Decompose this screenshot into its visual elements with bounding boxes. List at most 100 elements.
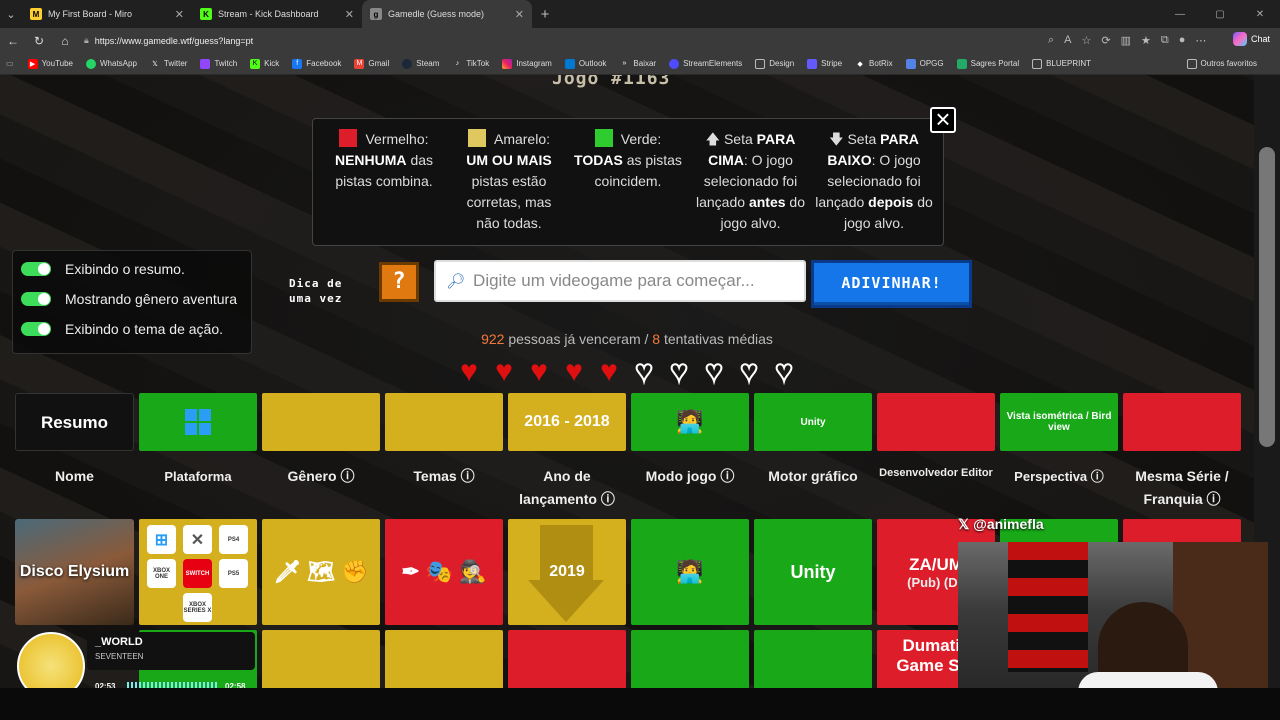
- header-franchise: Mesma Série / Franquia ⓘ: [1123, 465, 1241, 511]
- info-icon[interactable]: ⓘ: [1207, 491, 1221, 507]
- collections-icon[interactable]: ⧉: [1161, 34, 1169, 47]
- bookmark-sagres[interactable]: Sagres Portal: [956, 58, 1019, 69]
- heart-full-icon: ♥: [530, 355, 548, 388]
- instagram-icon: [502, 58, 513, 69]
- other-favorites[interactable]: Outros favoritos: [1186, 58, 1257, 69]
- close-window-icon[interactable]: ✕: [1240, 9, 1280, 20]
- summary-platform: [139, 393, 257, 451]
- legend-red-strong: NENHUMA: [334, 152, 407, 168]
- close-tab-icon[interactable]: ✕: [345, 8, 354, 21]
- bookmark-whatsapp[interactable]: WhatsApp: [86, 58, 137, 69]
- track-artist: SEVENTEEN: [95, 652, 144, 661]
- tab-menu-icon[interactable]: ⌄: [0, 0, 22, 28]
- bookmark-baixar[interactable]: » Baixar: [619, 59, 656, 69]
- windows-icon: ⊞: [147, 525, 176, 554]
- close-tab-icon[interactable]: ✕: [175, 8, 184, 21]
- split-screen-icon[interactable]: ▥: [1121, 34, 1131, 47]
- bookmark-blueprint[interactable]: BLUEPRINT: [1032, 58, 1091, 69]
- sagres-icon: [956, 58, 967, 69]
- info-icon[interactable]: ⓘ: [461, 468, 475, 484]
- header-year-label: Ano de lançamento: [519, 468, 597, 507]
- favorites-icon[interactable]: ★: [1141, 34, 1151, 47]
- home-icon[interactable]: ⌂: [52, 34, 78, 48]
- tab-gamedle[interactable]: g Gamedle (Guess mode) ✕: [362, 0, 532, 28]
- close-tab-icon[interactable]: ✕: [515, 8, 524, 21]
- bookmark-twitch[interactable]: Twitch: [200, 58, 237, 69]
- bookmark-label: Outlook: [578, 59, 607, 68]
- kick-icon: K: [250, 58, 261, 69]
- copilot-chat-button[interactable]: Chat: [1232, 32, 1270, 46]
- bookmark-steam[interactable]: Steam: [402, 58, 439, 69]
- minimize-icon[interactable]: —: [1160, 9, 1200, 20]
- bookmark-outlook[interactable]: Outlook: [564, 58, 607, 69]
- bookmark-instagram[interactable]: Instagram: [502, 58, 552, 69]
- bookmark-label: StreamElements: [683, 59, 743, 68]
- toggle-switch[interactable]: [21, 292, 51, 306]
- bookmark-twitter[interactable]: 𝕏 Twitter: [150, 59, 187, 69]
- bookmark-stripe[interactable]: Stripe: [807, 58, 842, 69]
- header-platform: Plataforma: [164, 469, 232, 484]
- tab-miro[interactable]: M My First Board - Miro ✕: [22, 0, 192, 28]
- bookmark-kick[interactable]: K Kick: [250, 58, 279, 69]
- refresh-extension-icon[interactable]: ⟳: [1101, 34, 1110, 47]
- close-icon[interactable]: ×: [930, 106, 956, 133]
- bookmark-opgg[interactable]: OPGG: [905, 58, 944, 69]
- back-icon[interactable]: ←: [0, 34, 26, 48]
- heart-full-icon: ♥: [495, 355, 513, 388]
- tab-title: Stream - Kick Dashboard: [218, 9, 319, 19]
- game-search-input[interactable]: [473, 271, 794, 291]
- new-tab-button[interactable]: +: [532, 6, 558, 23]
- bookmark-gmail[interactable]: M Gmail: [354, 58, 389, 69]
- bookmark-label: TikTok: [466, 59, 490, 68]
- handle-text: @animefla: [973, 516, 1044, 532]
- summary-themes: [385, 393, 503, 451]
- bookmark-tiktok[interactable]: ♪ TikTok: [452, 59, 490, 69]
- x-logo-icon: 𝕏: [958, 516, 970, 532]
- row1-mode: 🧑‍💻: [631, 519, 749, 625]
- legend-green: Verde: TODAS as pistas coincidem.: [573, 129, 683, 192]
- url-field[interactable]: 🔒︎ https://www.gamedle.wtf/guess?lang=pt: [84, 31, 1124, 51]
- sidebar-icon[interactable]: ▭: [6, 59, 14, 68]
- toggle-label: Mostrando gênero aventura: [65, 291, 237, 307]
- legend-up-strong2: antes: [748, 194, 786, 210]
- bookmark-streamelements[interactable]: StreamElements: [669, 58, 743, 69]
- developer-sub: (Pub) (De: [907, 574, 965, 590]
- info-icon[interactable]: ⓘ: [1091, 469, 1104, 484]
- info-icon[interactable]: ⓘ: [601, 491, 615, 507]
- scrollbar-thumb[interactable]: [1259, 147, 1275, 447]
- adventure-icon: 🗺: [307, 559, 336, 584]
- bookmark-youtube[interactable]: ▶ YouTube: [27, 58, 73, 69]
- guess-button[interactable]: ADIVINHAR!: [811, 260, 972, 308]
- profile-icon[interactable]: ●: [1179, 34, 1186, 47]
- bookmark-design[interactable]: Design: [755, 58, 795, 69]
- game-number: Jogo #1163: [552, 75, 671, 89]
- streamelements-icon: [669, 58, 680, 69]
- facebook-icon: f: [292, 58, 303, 69]
- summary-year: 2016 - 2018: [508, 393, 626, 451]
- summary-perspective: Vista isométrica / Bird view: [1000, 393, 1118, 451]
- bookmark-label: Design: [769, 59, 795, 68]
- favorite-star-icon[interactable]: ☆: [1082, 34, 1092, 47]
- info-icon[interactable]: ⓘ: [340, 468, 354, 484]
- zoom-icon[interactable]: ⌕: [1048, 34, 1054, 47]
- track-info: _WORLD SEVENTEEN: [87, 632, 255, 670]
- toggle-genre[interactable]: Mostrando gênero aventura: [21, 291, 237, 307]
- read-aloud-icon[interactable]: A: [1064, 34, 1071, 47]
- toggle-switch[interactable]: [21, 262, 51, 276]
- stats-line: 922 pessoas já venceram / 8 tentativas m…: [0, 331, 1254, 347]
- bookmark-label: BotRix: [869, 59, 893, 68]
- fist-icon: ✊: [341, 559, 369, 584]
- search-box[interactable]: 🔎︎: [434, 260, 806, 302]
- toggle-summary[interactable]: Exibindo o resumo.: [21, 261, 185, 277]
- legend-red-title: Vermelho:: [365, 131, 429, 147]
- windows-icon: [185, 409, 211, 435]
- maximize-icon[interactable]: ▢: [1200, 9, 1240, 20]
- tab-kick[interactable]: K Stream - Kick Dashboard ✕: [192, 0, 362, 28]
- reload-icon[interactable]: ↻: [26, 34, 52, 48]
- bookmark-facebook[interactable]: f Facebook: [292, 58, 341, 69]
- info-icon[interactable]: ⓘ: [720, 468, 734, 484]
- other-favorites-label: Outros favoritos: [1200, 59, 1257, 68]
- hint-question-block-icon[interactable]: ?: [379, 262, 419, 302]
- more-icon[interactable]: ⋯: [1195, 34, 1206, 47]
- bookmark-botrix[interactable]: ◆ BotRix: [855, 59, 893, 69]
